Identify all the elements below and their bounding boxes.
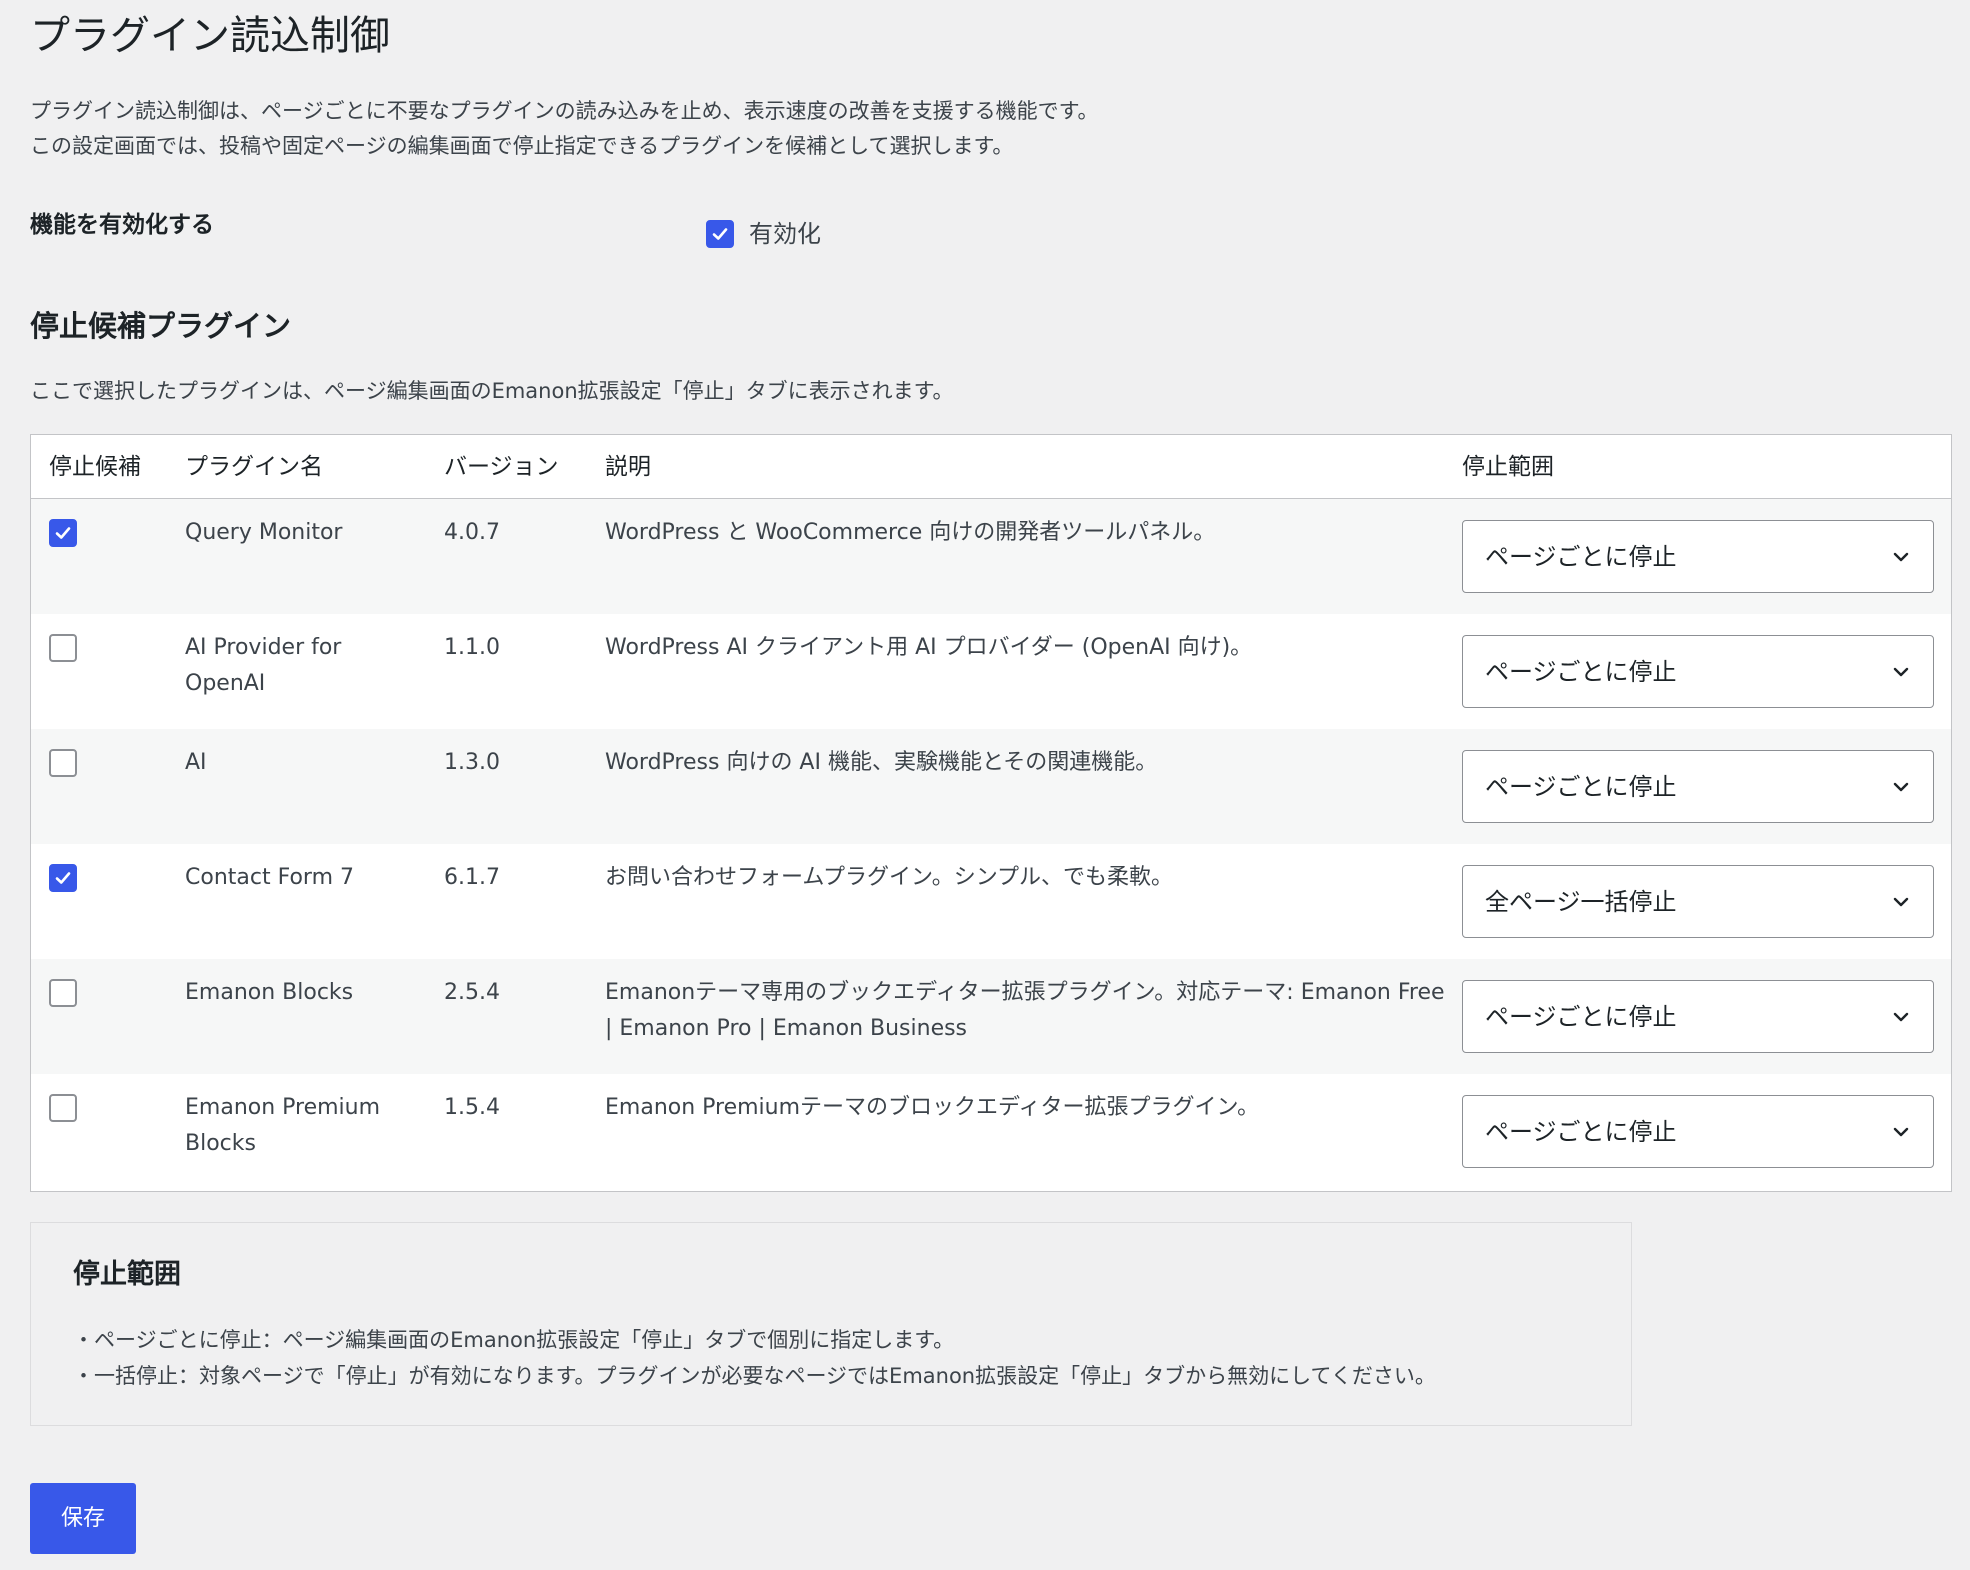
chevron-down-icon (1893, 897, 1909, 906)
notice-heading: 停止範囲 (73, 1259, 181, 1290)
plugin-description: WordPress と WooCommerce 向けの開発者ツールパネル。 (605, 520, 1216, 545)
plugin-version: 2.5.4 (444, 980, 500, 1005)
chevron-down-icon (1893, 782, 1909, 791)
scope-select-value: ページごとに停止 (1485, 772, 1677, 801)
plugin-name: AI (185, 750, 207, 775)
candidates-description: ここで選択したプラグインは、ページ編集画面のEmanon拡張設定「停止」タブに表… (30, 379, 954, 403)
plugin-name: AI Provider for OpenAI (185, 635, 342, 696)
candidate-checkbox[interactable] (49, 1094, 77, 1122)
plugin-version: 1.5.4 (444, 1095, 500, 1120)
plugin-version: 6.1.7 (444, 865, 500, 890)
column-header-description: 説明 (605, 454, 651, 480)
table-row: Emanon Premium Blocks 1.5.4 Emanon Premi… (31, 1074, 1951, 1189)
plugin-name: Query Monitor (185, 520, 343, 545)
candidate-cell (49, 634, 77, 662)
scope-cell: ページごとに停止 (1462, 635, 1934, 708)
candidate-checkbox[interactable] (49, 519, 77, 547)
scope-select[interactable]: ページごとに停止 (1462, 520, 1934, 593)
scope-cell: ページごとに停止 (1462, 520, 1934, 593)
enable-feature-label: 機能を有効化する (30, 212, 214, 238)
notice-line-bulk: ・一括停止：対象ページで「停止」が有効になります。プラグインが必要なページではE… (73, 1364, 1436, 1388)
scope-select-value: ページごとに停止 (1485, 1002, 1677, 1031)
candidate-cell (49, 519, 77, 547)
chevron-down-icon (1893, 552, 1909, 561)
scope-select[interactable]: ページごとに停止 (1462, 1095, 1934, 1168)
table-row: Contact Form 7 6.1.7 お問い合わせフォームプラグイン。シンプ… (31, 844, 1951, 959)
scope-select-value: ページごとに停止 (1485, 1117, 1677, 1146)
scope-select[interactable]: 全ページ一括停止 (1462, 865, 1934, 938)
intro-text: プラグイン読込制御は、ページごとに不要なプラグインの読み込みを止め、表示速度の改… (30, 94, 1098, 164)
table-row: AI Provider for OpenAI 1.1.0 WordPress A… (31, 614, 1951, 729)
page-title: プラグイン読込制御 (30, 13, 390, 59)
table-header: 停止候補 プラグイン名 バージョン 説明 停止範囲 (31, 435, 1951, 499)
scope-cell: ページごとに停止 (1462, 750, 1934, 823)
scope-select[interactable]: ページごとに停止 (1462, 635, 1934, 708)
plugin-name: Emanon Premium Blocks (185, 1095, 381, 1156)
chevron-down-icon (1893, 667, 1909, 676)
notice-line-per-page: ・ページごとに停止：ページ編集画面のEmanon拡張設定「停止」タブで個別に指定… (73, 1328, 955, 1352)
plugin-version: 1.3.0 (444, 750, 500, 775)
notice-body: ・ページごとに停止：ページ編集画面のEmanon拡張設定「停止」タブで個別に指定… (73, 1322, 1436, 1394)
column-header-candidate: 停止候補 (49, 454, 141, 480)
table-row: AI 1.3.0 WordPress 向けの AI 機能、実験機能とその関連機能… (31, 729, 1951, 844)
enable-feature-checkbox[interactable] (706, 220, 734, 248)
candidate-checkbox[interactable] (49, 634, 77, 662)
enable-checkbox-label: 有効化 (749, 220, 821, 248)
chevron-down-icon (1893, 1127, 1909, 1136)
plugin-description: お問い合わせフォームプラグイン。シンプル、でも柔軟。 (605, 865, 1174, 890)
save-button[interactable]: 保存 (30, 1483, 136, 1554)
column-header-scope: 停止範囲 (1462, 454, 1554, 480)
enable-feature-control[interactable]: 有効化 (706, 217, 821, 251)
plugin-table: 停止候補 プラグイン名 バージョン 説明 停止範囲 Query Monitor … (30, 434, 1952, 1192)
table-row: Query Monitor 4.0.7 WordPress と WooComme… (31, 499, 1951, 614)
scope-select-value: ページごとに停止 (1485, 542, 1677, 571)
check-icon (55, 527, 71, 539)
plugin-description: Emanon Premiumテーマのブロックエディター拡張プラグイン。 (605, 1095, 1260, 1120)
candidate-cell (49, 979, 77, 1007)
plugin-description: WordPress 向けの AI 機能、実験機能とその関連機能。 (605, 750, 1158, 775)
column-header-name: プラグイン名 (185, 454, 323, 480)
scope-cell: 全ページ一括停止 (1462, 865, 1934, 938)
candidate-checkbox[interactable] (49, 749, 77, 777)
candidate-checkbox[interactable] (49, 979, 77, 1007)
plugin-description: WordPress AI クライアント用 AI プロバイダー (OpenAI 向… (605, 635, 1253, 660)
candidate-cell (49, 749, 77, 777)
table-row: Emanon Blocks 2.5.4 Emanonテーマ専用のブックエディター… (31, 959, 1951, 1074)
scope-cell: ページごとに停止 (1462, 980, 1934, 1053)
chevron-down-icon (1893, 1012, 1909, 1021)
plugin-name: Emanon Blocks (185, 980, 354, 1005)
column-header-version: バージョン (444, 454, 559, 480)
scope-select-value: ページごとに停止 (1485, 657, 1677, 686)
candidates-heading: 停止候補プラグイン (30, 309, 292, 343)
scope-select-value: 全ページ一括停止 (1485, 887, 1677, 916)
plugin-version: 1.1.0 (444, 635, 500, 660)
candidate-cell (49, 864, 77, 892)
intro-line-2: この設定画面では、投稿や固定ページの編集画面で停止指定できるプラグインを候補とし… (30, 134, 1014, 158)
scope-select[interactable]: ページごとに停止 (1462, 750, 1934, 823)
plugin-version: 4.0.7 (444, 520, 500, 545)
candidate-checkbox[interactable] (49, 864, 77, 892)
scope-cell: ページごとに停止 (1462, 1095, 1934, 1168)
intro-line-1: プラグイン読込制御は、ページごとに不要なプラグインの読み込みを止め、表示速度の改… (30, 99, 1099, 123)
plugin-name: Contact Form 7 (185, 865, 354, 890)
check-icon (712, 228, 728, 240)
scope-select[interactable]: ページごとに停止 (1462, 980, 1934, 1053)
candidate-cell (49, 1094, 77, 1122)
plugin-description: Emanonテーマ専用のブックエディター拡張プラグイン。対応テーマ: Emano… (605, 980, 1445, 1041)
table-body: Query Monitor 4.0.7 WordPress と WooComme… (31, 499, 1951, 1189)
scope-notice: 停止範囲 ・ページごとに停止：ページ編集画面のEmanon拡張設定「停止」タブで… (30, 1222, 1632, 1426)
check-icon (55, 872, 71, 884)
